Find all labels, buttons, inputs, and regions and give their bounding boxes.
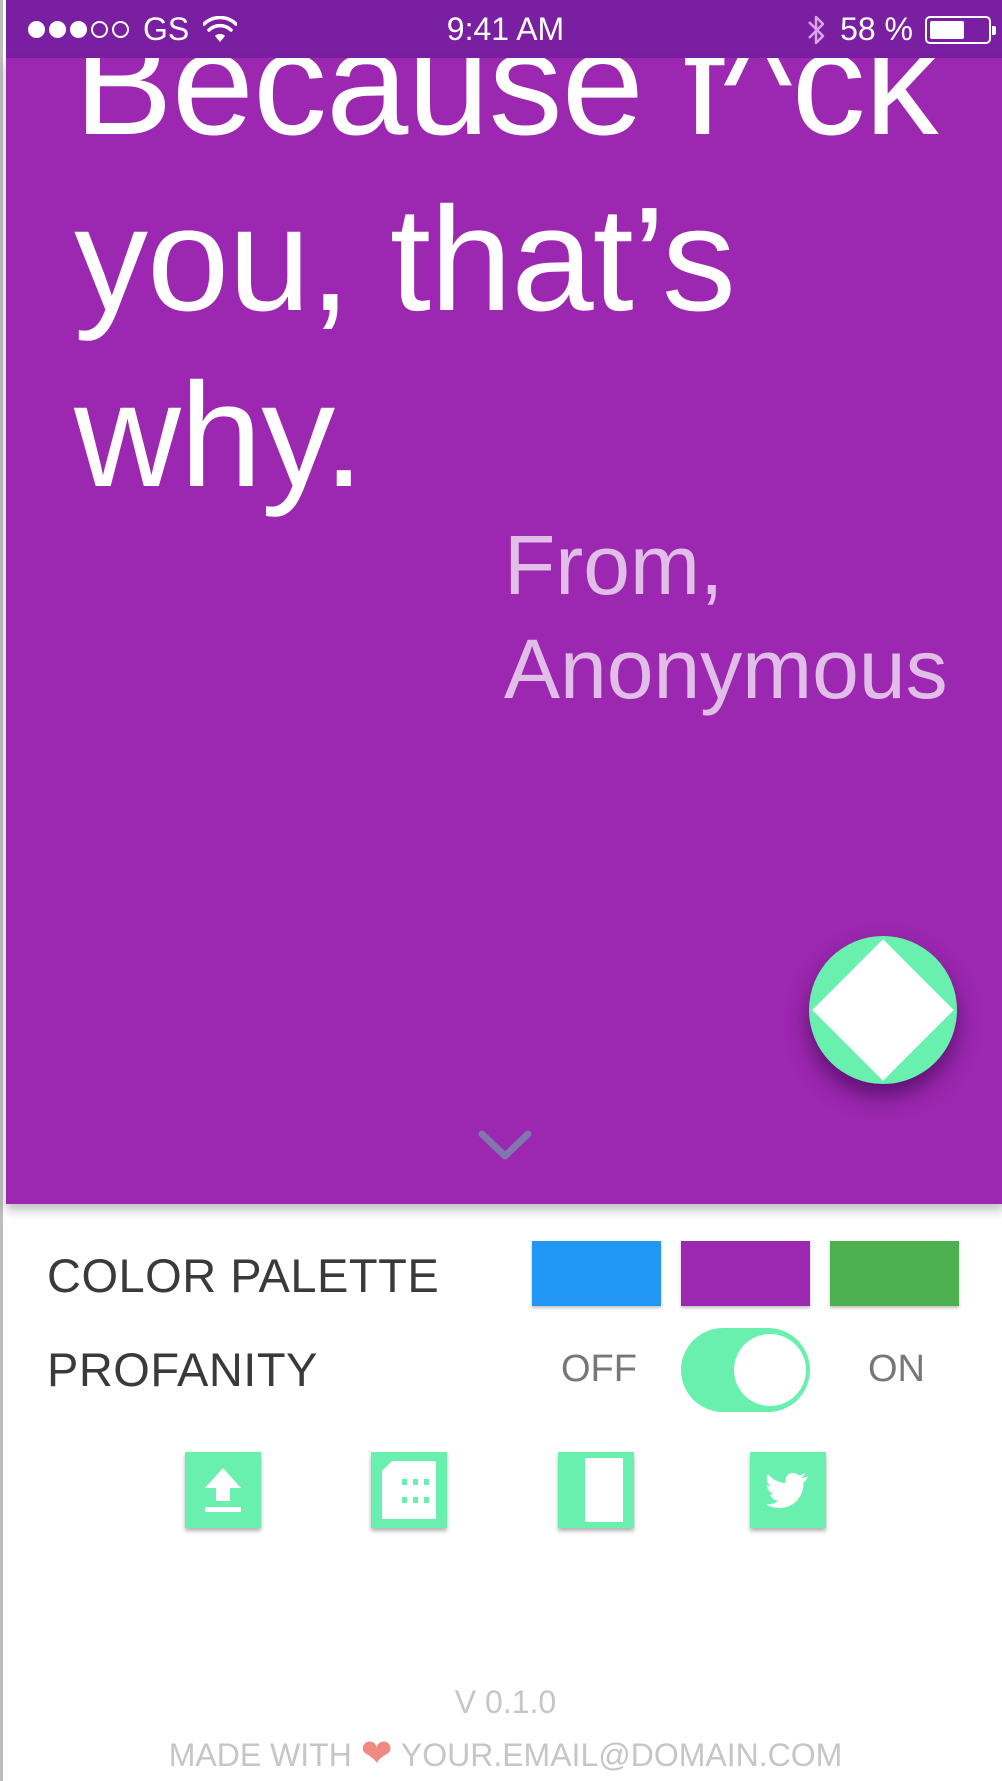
status-right: 58 % (806, 11, 996, 48)
app-screen: GS 9:41 AM 58 % Because f^ck you, that’s… (0, 0, 1002, 1781)
made-with-text: MADE WITH (168, 1737, 352, 1773)
new-quote-fab-button[interactable] (809, 936, 957, 1084)
bluetooth-icon (808, 15, 825, 44)
profanity-label: PROFANITY (47, 1343, 318, 1396)
status-bar: GS 9:41 AM 58 % (6, 0, 1002, 58)
battery-percentage: 58 % (840, 11, 913, 47)
twitter-icon (766, 1473, 808, 1508)
palette-swatch-blue[interactable] (532, 1241, 661, 1306)
battery-nub (992, 25, 996, 35)
toggle-on-label: ON (868, 1348, 925, 1390)
app-version: V 0.1.0 (454, 1684, 557, 1720)
battery-icon (925, 15, 996, 44)
attribution-from: From, (504, 518, 724, 612)
toggle-off-label: OFF (561, 1348, 637, 1390)
twitter-share-button[interactable] (750, 1452, 826, 1528)
film-button[interactable] (371, 1452, 447, 1528)
split-screen-icon (585, 1458, 623, 1522)
battery-fill (930, 20, 964, 39)
split-screen-button[interactable] (558, 1452, 634, 1528)
heart-icon: ❤ (360, 1733, 393, 1775)
attribution-author: Anonymous (504, 622, 948, 716)
contact-email-link[interactable]: YOUR.EMAIL@DOMAIN.COM (401, 1737, 842, 1773)
palette-swatch-green[interactable] (830, 1241, 959, 1306)
film-icon (382, 1461, 436, 1519)
palette-swatch-purple[interactable] (681, 1241, 810, 1306)
quote-text: Because f^ck you, that’s why. (74, 58, 939, 518)
upload-button[interactable] (185, 1452, 261, 1528)
quote-attribution: From, Anonymous (504, 513, 948, 721)
diamond-icon (812, 939, 954, 1081)
upload-icon (205, 1468, 241, 1512)
quote-card[interactable]: Because f^ck you, that’s why. From, Anon… (6, 58, 1002, 1204)
toggle-knob (734, 1334, 806, 1406)
made-with-credit: MADE WITH ❤ YOUR.EMAIL@DOMAIN.COM (6, 1731, 1002, 1776)
chevron-down-icon[interactable] (476, 1126, 534, 1166)
profanity-toggle[interactable] (681, 1328, 810, 1412)
color-palette-label: COLOR PALETTE (47, 1249, 440, 1302)
